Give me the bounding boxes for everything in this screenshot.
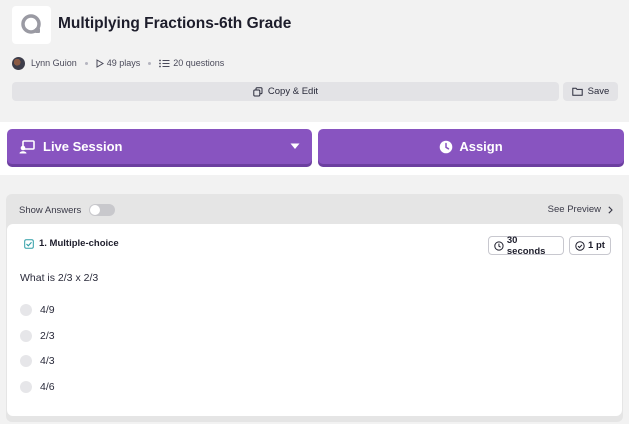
show-answers-row: Show Answers xyxy=(19,204,116,216)
answer-option[interactable]: 4/9 xyxy=(20,304,55,316)
chevron-right-icon xyxy=(608,205,613,214)
time-limit-label: 30 seconds xyxy=(506,234,546,257)
chevron-down-icon[interactable] xyxy=(290,143,300,150)
show-answers-label: Show Answers xyxy=(19,204,82,216)
meta-separator xyxy=(84,61,88,65)
question-card: 1. Multiple-choice 30 seconds 1 pt What … xyxy=(7,224,622,416)
save-button[interactable]: Save xyxy=(563,82,618,101)
radio-icon xyxy=(20,381,32,393)
points-label: 1 pt xyxy=(588,240,605,251)
meta-separator xyxy=(148,61,152,65)
quiz-title: Multiplying Fractions-6th Grade xyxy=(58,15,292,32)
live-session-button[interactable]: Live Session xyxy=(7,129,312,164)
assign-label: Assign xyxy=(459,139,503,154)
save-label: Save xyxy=(587,86,610,97)
answer-option[interactable]: 2/3 xyxy=(20,330,55,342)
questions-count: 20 questions xyxy=(173,58,225,68)
list-icon xyxy=(159,59,170,67)
see-preview-label: See Preview xyxy=(547,204,601,215)
folder-icon xyxy=(571,87,583,96)
check-circle-icon xyxy=(575,240,585,251)
see-preview-link[interactable]: See Preview xyxy=(548,204,613,215)
copy-icon xyxy=(253,86,263,96)
time-limit-badge: 30 seconds xyxy=(488,234,564,257)
copy-edit-button[interactable]: Copy & Edit xyxy=(12,82,559,101)
question-type: 1. Multiple-choice xyxy=(24,238,119,249)
assign-button[interactable]: Assign xyxy=(318,129,624,164)
toggle-knob xyxy=(90,205,101,215)
answer-option-label: 4/9 xyxy=(40,304,55,316)
answer-option[interactable]: 4/3 xyxy=(20,355,55,367)
checkbox-icon xyxy=(24,238,34,249)
question-text: What is 2/3 x 2/3 xyxy=(20,272,99,284)
show-answers-toggle[interactable] xyxy=(89,204,116,216)
answer-option-label: 2/3 xyxy=(40,330,55,342)
live-session-icon xyxy=(19,139,35,153)
plays-count: 49 plays xyxy=(106,58,141,68)
author-name[interactable]: Lynn Guion xyxy=(31,58,77,68)
radio-icon xyxy=(20,355,32,367)
answer-option[interactable]: 4/6 xyxy=(20,381,55,393)
quiz-header: Multiplying Fractions-6th Grade Lynn Gui… xyxy=(0,0,629,122)
question-type-label: 1. Multiple-choice xyxy=(39,238,119,249)
radio-icon xyxy=(20,330,32,342)
live-session-label: Live Session xyxy=(43,139,123,154)
clock-icon xyxy=(494,240,504,251)
play-icon xyxy=(96,58,104,68)
questions-panel: Show Answers See Preview 1. Multiple-cho… xyxy=(6,194,623,422)
answer-option-label: 4/6 xyxy=(40,381,55,393)
clock-icon xyxy=(440,140,453,153)
answer-option-label: 4/3 xyxy=(40,355,55,367)
points-badge: 1 pt xyxy=(569,236,611,255)
quiz-logo-icon xyxy=(12,6,51,44)
action-bar: Live Session Assign xyxy=(0,122,629,175)
quiz-meta: Lynn Guion 49 plays 20 questions xyxy=(12,56,224,70)
author-avatar[interactable] xyxy=(12,56,25,70)
radio-icon xyxy=(20,304,32,316)
copy-edit-label: Copy & Edit xyxy=(267,86,319,97)
